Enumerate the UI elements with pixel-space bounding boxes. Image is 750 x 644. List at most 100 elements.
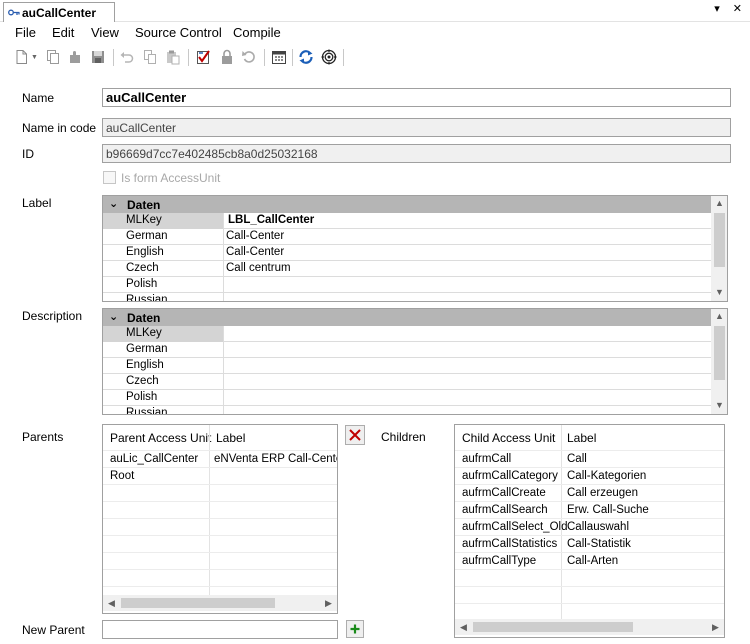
description-row-mlkey[interactable]: MLKey — [103, 326, 711, 342]
label-group-header[interactable]: ⌄ Daten — [103, 196, 711, 213]
description-group-header[interactable]: ⌄ Daten — [103, 309, 711, 326]
label-property-grid[interactable]: ⌄ Daten MLKey LBL_CallCenter German Call… — [102, 195, 728, 302]
description-row-key: Polish — [103, 390, 224, 406]
parent-row-unit[interactable]: auLic_CallCenter — [110, 453, 198, 465]
parent-row-label[interactable]: eNVenta ERP Call-Center — [214, 453, 337, 465]
description-property-grid[interactable]: ⌄ Daten MLKey German English Czech Polis… — [102, 308, 728, 415]
tab-close-icon[interactable]: ✕ — [733, 3, 742, 15]
scroll-up-icon[interactable]: ▲ — [715, 311, 724, 321]
paste-icon[interactable] — [165, 49, 181, 65]
description-grid-vertical-scrollbar[interactable]: ▲ ▼ — [711, 309, 727, 414]
label-row-value[interactable]: Call centrum — [224, 261, 291, 277]
child-row-label[interactable]: Call-Arten — [567, 555, 618, 567]
scroll-left-icon[interactable]: ◀ — [460, 622, 467, 633]
children-header-access-unit[interactable]: Child Access Unit — [462, 431, 555, 445]
menu-edit[interactable]: Edit — [52, 25, 74, 40]
parents-header-access-unit[interactable]: Parent Access Unit — [110, 431, 211, 445]
revert-icon[interactable] — [241, 49, 257, 65]
new-parent-input[interactable] — [102, 620, 338, 639]
row-divider — [455, 535, 724, 536]
remove-parent-button[interactable] — [345, 425, 365, 445]
description-row-value[interactable] — [224, 326, 226, 342]
add-parent-button[interactable] — [346, 620, 364, 638]
sync-icon[interactable] — [298, 49, 314, 65]
description-row-value[interactable] — [224, 406, 226, 414]
document-tab[interactable]: auCallCenter — [3, 2, 115, 23]
child-row-unit[interactable]: aufrmCallCreate — [462, 487, 546, 499]
label-row-key: Czech — [103, 261, 224, 277]
label-row-czech[interactable]: Czech Call centrum — [103, 261, 711, 277]
children-list[interactable]: Child Access Unit Label aufrmCall Call a… — [454, 424, 725, 638]
description-row-value[interactable] — [224, 390, 226, 406]
name-input[interactable]: auCallCenter — [102, 88, 731, 107]
child-row-label[interactable]: Call-Statistik — [567, 538, 631, 550]
description-row-english[interactable]: English — [103, 358, 711, 374]
label-row-value[interactable]: Call-Center — [224, 245, 284, 261]
child-row-unit[interactable]: aufrmCall — [462, 453, 511, 465]
calendar-icon[interactable] — [271, 49, 287, 65]
children-horizontal-scrollbar[interactable]: ◀ ▶ — [455, 619, 724, 635]
label-row-polish[interactable]: Polish — [103, 277, 711, 293]
collapse-chevron-icon[interactable]: ⌄ — [109, 310, 118, 323]
parents-header-label[interactable]: Label — [216, 431, 245, 445]
label-row-value[interactable]: Call-Center — [224, 229, 284, 245]
scroll-right-icon[interactable]: ▶ — [712, 622, 719, 633]
is-form-accessunit-checkbox[interactable] — [103, 171, 116, 184]
description-row-value[interactable] — [224, 342, 226, 358]
label-row-value[interactable]: LBL_CallCenter — [224, 213, 314, 229]
description-row-polish[interactable]: Polish — [103, 390, 711, 406]
child-row-unit[interactable]: aufrmCallSelect_Old — [462, 521, 567, 533]
scroll-down-icon[interactable]: ▼ — [715, 287, 724, 297]
label-row-english[interactable]: English Call-Center — [103, 245, 711, 261]
scroll-up-icon[interactable]: ▲ — [715, 198, 724, 208]
tab-dropdown-icon[interactable]: ▾ — [714, 3, 720, 15]
menu-view[interactable]: View — [91, 25, 119, 40]
save-icon[interactable] — [90, 49, 106, 65]
parents-horizontal-scrollbar[interactable]: ◀ ▶ — [103, 595, 337, 611]
copy2-icon[interactable] — [142, 49, 158, 65]
checklist-icon[interactable] — [195, 49, 211, 65]
description-row-german[interactable]: German — [103, 342, 711, 358]
child-row-label[interactable]: Call-Kategorien — [567, 470, 646, 482]
label-row-russian[interactable]: Russian — [103, 293, 711, 301]
parent-row-unit[interactable]: Root — [110, 470, 134, 482]
menu-file[interactable]: File — [15, 25, 36, 40]
description-row-value[interactable] — [224, 374, 226, 390]
child-row-unit[interactable]: aufrmCallType — [462, 555, 536, 567]
undo-icon[interactable] — [119, 49, 135, 65]
menu-compile[interactable]: Compile — [233, 25, 281, 40]
scrollbar-thumb[interactable] — [714, 213, 725, 267]
new-document-icon[interactable] — [14, 49, 30, 65]
description-row-value[interactable] — [224, 358, 226, 374]
new-dropdown-icon[interactable]: ▼ — [31, 54, 38, 61]
child-row-label[interactable]: Erw. Call-Suche — [567, 504, 649, 516]
label-row-value[interactable] — [224, 277, 226, 293]
label-grid-vertical-scrollbar[interactable]: ▲ ▼ — [711, 196, 727, 301]
parents-list[interactable]: Parent Access Unit Label auLic_CallCente… — [102, 424, 338, 614]
child-row-unit[interactable]: aufrmCallSearch — [462, 504, 548, 516]
key-icon — [8, 9, 20, 16]
scrollbar-thumb[interactable] — [473, 622, 633, 632]
scroll-down-icon[interactable]: ▼ — [715, 400, 724, 410]
lock-icon[interactable] — [219, 49, 235, 65]
child-row-label[interactable]: Call erzeugen — [567, 487, 638, 499]
plugin-icon[interactable] — [67, 49, 83, 65]
child-row-unit[interactable]: aufrmCallCategory — [462, 470, 558, 482]
label-row-mlkey[interactable]: MLKey LBL_CallCenter — [103, 213, 711, 229]
children-header-label[interactable]: Label — [567, 431, 596, 445]
label-row-german[interactable]: German Call-Center — [103, 229, 711, 245]
scroll-left-icon[interactable]: ◀ — [108, 598, 115, 609]
scroll-right-icon[interactable]: ▶ — [325, 598, 332, 609]
child-row-unit[interactable]: aufrmCallStatistics — [462, 538, 557, 550]
label-row-value[interactable] — [224, 293, 226, 301]
scrollbar-thumb[interactable] — [714, 326, 725, 380]
description-row-czech[interactable]: Czech — [103, 374, 711, 390]
collapse-chevron-icon[interactable]: ⌄ — [109, 197, 118, 210]
scrollbar-thumb[interactable] — [121, 598, 275, 608]
copy-icon[interactable] — [45, 49, 61, 65]
menu-source-control[interactable]: Source Control — [135, 25, 222, 40]
target-icon[interactable] — [321, 49, 337, 65]
child-row-label[interactable]: Callauswahl — [567, 521, 629, 533]
child-row-label[interactable]: Call — [567, 453, 587, 465]
description-row-russian[interactable]: Russian — [103, 406, 711, 414]
